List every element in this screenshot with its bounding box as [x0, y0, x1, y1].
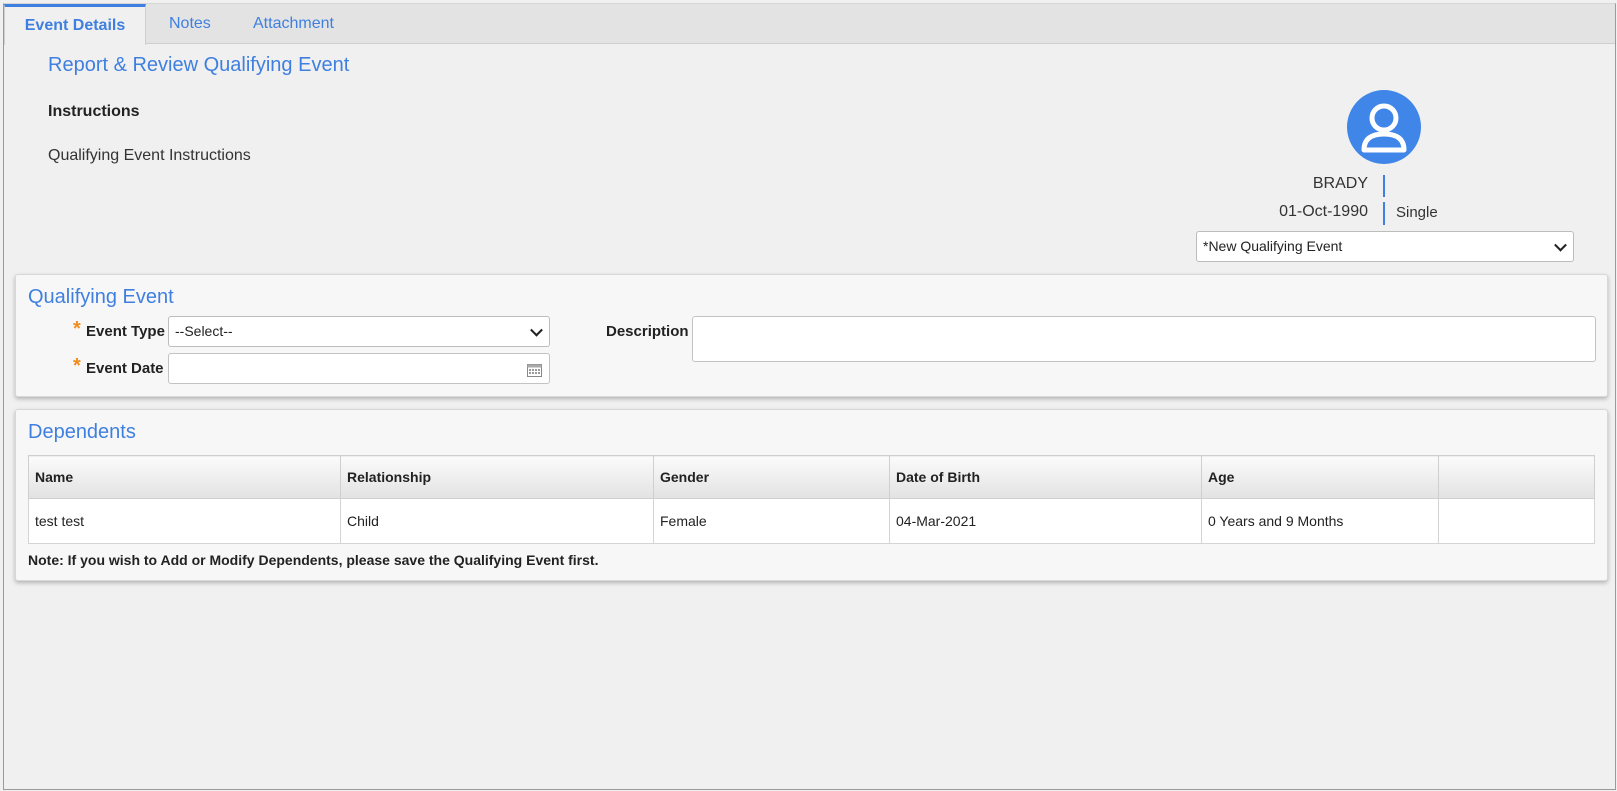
column-header-actions	[1438, 455, 1595, 499]
calendar-icon[interactable]	[527, 362, 542, 377]
dependents-title: Dependents	[28, 421, 136, 443]
dependents-note: Note: If you wish to Add or Modify Depen…	[28, 552, 599, 568]
table-row[interactable]: test test Child Female 04-Mar-2021 0 Yea…	[28, 498, 1595, 544]
cell-relationship: Child	[340, 498, 654, 544]
instructions-text: Qualifying Event Instructions	[48, 147, 251, 164]
chevron-down-icon	[530, 323, 543, 337]
event-type-select[interactable]: --Select--	[168, 316, 550, 347]
tab-event-details[interactable]: Event Details	[4, 4, 146, 45]
event-type-label: Event Type	[86, 323, 165, 340]
event-type-select-value: --Select--	[175, 323, 233, 339]
dependents-panel: Dependents Name Relationship Gender Date…	[15, 409, 1608, 581]
cell-date-of-birth: 04-Mar-2021	[889, 498, 1202, 544]
cell-age: 0 Years and 9 Months	[1201, 498, 1439, 544]
tab-bar: Event Details Notes Attachment	[4, 4, 1615, 45]
column-header-gender[interactable]: Gender	[653, 455, 890, 499]
qualifying-event-select[interactable]: *New Qualifying Event	[1196, 231, 1574, 262]
instructions-heading: Instructions	[48, 103, 140, 120]
cell-actions	[1438, 498, 1595, 544]
chevron-down-icon	[1554, 238, 1567, 252]
cell-name: test test	[28, 498, 341, 544]
profile-divider	[1383, 202, 1385, 225]
column-header-date-of-birth[interactable]: Date of Birth	[889, 455, 1202, 499]
cell-gender: Female	[653, 498, 890, 544]
page-title: Report & Review Qualifying Event	[48, 54, 350, 76]
event-date-input[interactable]	[168, 353, 550, 384]
column-header-age[interactable]: Age	[1201, 455, 1439, 499]
description-textarea[interactable]	[692, 316, 1596, 362]
tab-notes[interactable]: Notes	[169, 4, 211, 44]
required-marker: *	[73, 318, 81, 340]
qualifying-event-select-value: *New Qualifying Event	[1203, 238, 1343, 254]
qualifying-event-title: Qualifying Event	[28, 286, 174, 308]
dependents-table: Name Relationship Gender Date of Birth A…	[28, 455, 1595, 544]
qualifying-event-panel: Qualifying Event * Event Type --Select--…	[15, 274, 1608, 397]
description-label: Description	[606, 323, 689, 340]
profile-dob: 01-Oct-1990	[1279, 203, 1368, 220]
tab-attachment[interactable]: Attachment	[253, 4, 334, 44]
profile-name: BRADY	[1312, 175, 1368, 192]
event-date-label: Event Date	[86, 360, 164, 377]
required-marker: *	[73, 355, 81, 377]
profile-marital-status: Single	[1396, 204, 1438, 221]
profile-divider	[1383, 175, 1385, 197]
user-avatar-icon	[1347, 90, 1421, 164]
column-header-name[interactable]: Name	[28, 455, 341, 499]
column-header-relationship[interactable]: Relationship	[340, 455, 654, 499]
